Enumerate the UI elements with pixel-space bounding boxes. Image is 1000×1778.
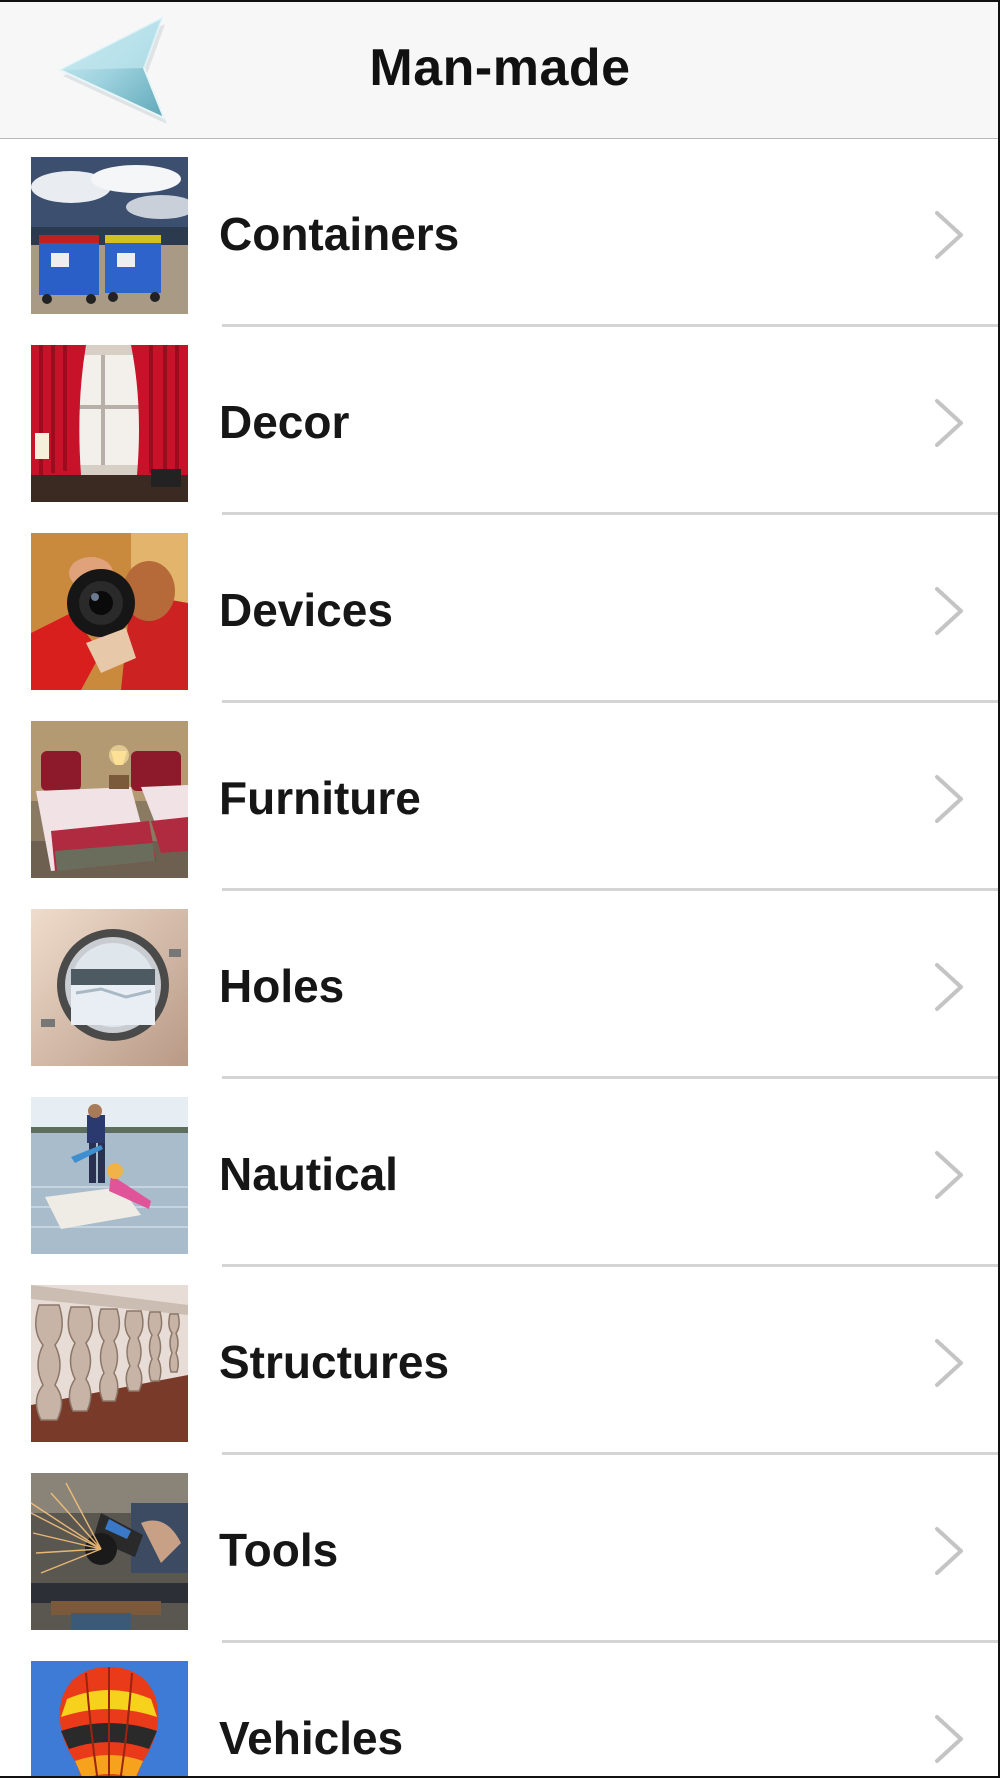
list-item-label: Devices xyxy=(219,584,393,636)
list-item-label: Tools xyxy=(219,1524,339,1576)
list-item-label: Vehicles xyxy=(219,1712,404,1764)
chevron-right-icon xyxy=(935,211,963,259)
chevron-right-icon xyxy=(935,1151,963,1199)
chevron-right-icon xyxy=(935,1339,963,1387)
list-item-label: Furniture xyxy=(219,772,421,824)
chevron-right-icon xyxy=(935,775,963,823)
list-item-furniture[interactable]: Furniture xyxy=(0,703,1000,891)
list-item-label: Holes xyxy=(219,960,345,1012)
chevron-right-icon xyxy=(935,1715,963,1763)
list-item-label: Structures xyxy=(219,1336,450,1388)
chevron-right-icon xyxy=(935,1527,963,1575)
navigation-bar: Man-made xyxy=(0,0,1000,139)
camera-thumbnail xyxy=(31,533,188,690)
page-title: Man-made xyxy=(369,39,631,97)
list-item-containers[interactable]: Containers xyxy=(0,139,1000,327)
trash-bins-thumbnail xyxy=(31,157,188,314)
list-item-label: Containers xyxy=(219,208,460,260)
list-item-vehicles[interactable]: Vehicles xyxy=(0,1643,1000,1778)
angle-grinder-thumbnail xyxy=(31,1473,188,1630)
sailboat-thumbnail xyxy=(31,1097,188,1254)
list-item-structures[interactable]: Structures xyxy=(0,1267,1000,1455)
chevron-right-icon xyxy=(935,587,963,635)
list-item-nautical[interactable]: Nautical xyxy=(0,1079,1000,1267)
balustrade-thumbnail xyxy=(31,1285,188,1442)
chevron-right-icon xyxy=(935,399,963,447)
chevron-right-icon xyxy=(935,963,963,1011)
list-item-label: Nautical xyxy=(219,1148,398,1200)
bedroom-thumbnail xyxy=(31,721,188,878)
list-item-label: Decor xyxy=(219,396,350,448)
porthole-thumbnail xyxy=(31,909,188,1066)
hot-air-balloon-thumbnail xyxy=(31,1661,188,1778)
screen: Man-made Containers Decor Devices Furnit… xyxy=(0,0,1000,1778)
red-curtains-thumbnail xyxy=(31,345,188,502)
list-item-decor[interactable]: Decor xyxy=(0,327,1000,515)
list-item-devices[interactable]: Devices xyxy=(0,515,1000,703)
list-item-holes[interactable]: Holes xyxy=(0,891,1000,1079)
list-item-tools[interactable]: Tools xyxy=(0,1455,1000,1643)
